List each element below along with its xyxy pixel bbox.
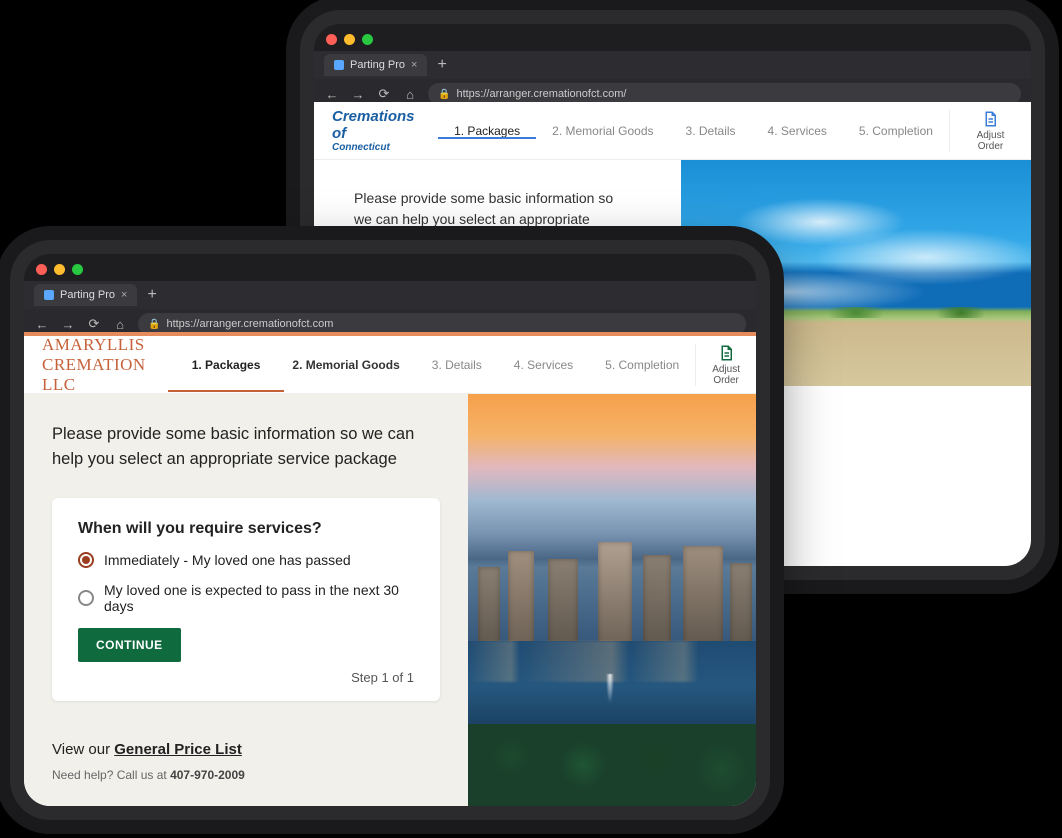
refresh-icon[interactable]: ⟳ bbox=[376, 86, 392, 102]
back-icon[interactable]: ← bbox=[324, 87, 340, 102]
general-price-list-link[interactable]: General Price List bbox=[114, 741, 242, 758]
forward-icon[interactable]: → bbox=[350, 87, 366, 102]
step-bar-front: AMARYLLIS CREMATION LLC 1. Packages 2. M… bbox=[24, 336, 756, 394]
help-line: Need help? Call us at 407-970-2009 bbox=[52, 768, 440, 782]
url-text: https://arranger.cremationofct.com/ bbox=[456, 88, 626, 100]
step-counter: Step 1 of 1 bbox=[78, 670, 414, 685]
fountain-decoration bbox=[606, 674, 614, 704]
step-completion[interactable]: 5. Completion bbox=[843, 124, 949, 138]
question-text: When will you require services? bbox=[78, 520, 414, 538]
minimize-dot-icon[interactable] bbox=[54, 264, 65, 275]
logo-back[interactable]: Cremations of Connecticut bbox=[314, 108, 438, 153]
step-completion[interactable]: 5. Completion bbox=[589, 358, 695, 372]
document-icon bbox=[717, 344, 735, 362]
close-tab-icon[interactable]: × bbox=[121, 289, 127, 301]
tab-bar-front: Parting Pro × + bbox=[24, 281, 756, 309]
radio-option-immediate[interactable]: Immediately - My loved one has passed bbox=[78, 552, 414, 568]
tab-title: Parting Pro bbox=[60, 289, 115, 301]
tab-bar-back: Parting Pro × + bbox=[314, 51, 1031, 79]
back-icon[interactable]: ← bbox=[34, 317, 50, 332]
lock-icon: 🔒 bbox=[438, 89, 450, 100]
maximize-dot-icon[interactable] bbox=[362, 34, 373, 45]
favicon-icon bbox=[334, 60, 344, 70]
window-controls-front bbox=[24, 254, 756, 281]
trees-decoration bbox=[468, 724, 756, 806]
active-step-underline bbox=[438, 137, 536, 139]
continue-button[interactable]: CONTINUE bbox=[78, 628, 181, 662]
radio-icon-selected bbox=[78, 552, 94, 568]
lock-icon: 🔒 bbox=[148, 319, 160, 330]
home-icon[interactable]: ⌂ bbox=[112, 317, 128, 332]
radio-icon-unselected bbox=[78, 590, 94, 606]
intro-text-front: Please provide some basic information so… bbox=[52, 422, 432, 472]
hero-image-city bbox=[468, 394, 756, 806]
minimize-dot-icon[interactable] bbox=[344, 34, 355, 45]
window-controls-back bbox=[314, 24, 1031, 51]
close-dot-icon[interactable] bbox=[326, 34, 337, 45]
step-services[interactable]: 4. Services bbox=[752, 124, 843, 138]
radio-option-30-days[interactable]: My loved one is expected to pass in the … bbox=[78, 582, 414, 614]
favicon-icon bbox=[44, 290, 54, 300]
browser-tab-back[interactable]: Parting Pro × bbox=[324, 54, 427, 76]
step-packages[interactable]: 1. Packages bbox=[438, 124, 536, 138]
adjust-order-button[interactable]: Adjust Order bbox=[695, 344, 756, 386]
document-icon bbox=[981, 110, 999, 128]
browser-tab-front[interactable]: Parting Pro × bbox=[34, 284, 137, 306]
maximize-dot-icon[interactable] bbox=[72, 264, 83, 275]
tab-title: Parting Pro bbox=[350, 59, 405, 71]
refresh-icon[interactable]: ⟳ bbox=[86, 316, 102, 332]
active-step-underline bbox=[168, 390, 285, 392]
home-icon[interactable]: ⌂ bbox=[402, 87, 418, 102]
step-memorial-goods[interactable]: 2. Memorial Goods bbox=[536, 124, 669, 138]
tablet-front: Parting Pro × + ← → ⟳ ⌂ 🔒 https://arrang… bbox=[10, 240, 770, 820]
step-packages[interactable]: 1. Packages bbox=[176, 358, 277, 372]
general-price-list-line: View our General Price List bbox=[52, 741, 440, 758]
new-tab-button[interactable]: + bbox=[137, 286, 166, 304]
step-details[interactable]: 3. Details bbox=[416, 358, 498, 372]
step-details[interactable]: 3. Details bbox=[670, 124, 752, 138]
new-tab-button[interactable]: + bbox=[427, 56, 456, 74]
adjust-order-button[interactable]: Adjust Order bbox=[949, 110, 1031, 152]
close-tab-icon[interactable]: × bbox=[411, 59, 417, 71]
url-text: https://arranger.cremationofct.com bbox=[166, 318, 333, 330]
forward-icon[interactable]: → bbox=[60, 317, 76, 332]
step-memorial-goods[interactable]: 2. Memorial Goods bbox=[276, 358, 415, 372]
question-card-front: When will you require services? Immediat… bbox=[52, 498, 440, 701]
logo-front[interactable]: AMARYLLIS CREMATION LLC bbox=[24, 335, 176, 395]
step-bar-back: Cremations of Connecticut 1. Packages 2.… bbox=[314, 102, 1031, 160]
help-phone: 407-970-2009 bbox=[170, 768, 245, 782]
close-dot-icon[interactable] bbox=[36, 264, 47, 275]
step-services[interactable]: 4. Services bbox=[498, 358, 589, 372]
